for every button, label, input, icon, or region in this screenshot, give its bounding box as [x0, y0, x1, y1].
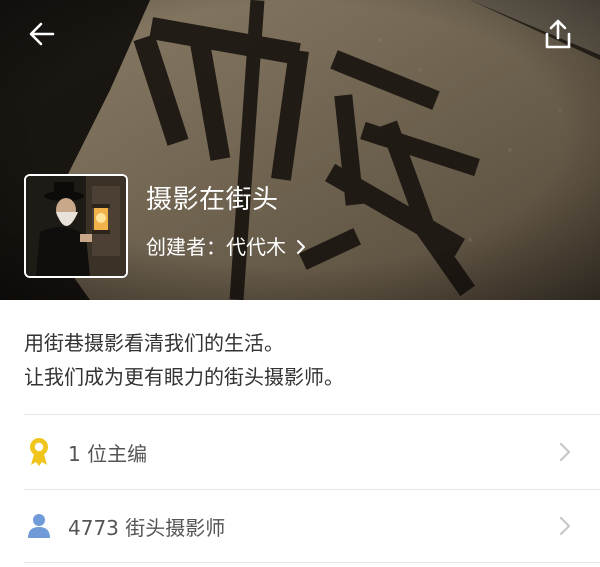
- share-icon: [545, 19, 571, 49]
- editors-row[interactable]: 1 位主编: [0, 416, 600, 488]
- cover-header: 摄影在街头 创建者：代代木: [0, 0, 600, 300]
- collection-title: 摄影在街头: [146, 185, 279, 215]
- photographers-row[interactable]: 4773 街头摄影师: [0, 490, 600, 562]
- back-button[interactable]: [22, 14, 62, 54]
- divider: [24, 414, 600, 415]
- description-line: 用街巷摄影看清我们的生活。: [24, 331, 284, 355]
- collection-avatar: [24, 174, 128, 278]
- person-icon: [26, 511, 52, 541]
- chevron-right-icon: [558, 440, 572, 464]
- back-arrow-icon: [29, 22, 55, 46]
- description-line: 让我们成为更有眼力的街头摄影师。: [24, 365, 344, 389]
- editors-count-label: 1 位主编: [68, 441, 148, 466]
- avatar-photo: [26, 176, 126, 276]
- creator-link[interactable]: 创建者：代代木: [146, 232, 306, 262]
- chevron-right-icon: [558, 514, 572, 538]
- collection-page: 摄影在街头 创建者：代代木 用街巷摄影看清我们的生活。 让我们成为更有眼力的街头…: [0, 0, 600, 567]
- divider: [24, 562, 600, 563]
- photographers-count-label: 4773 街头摄影师: [68, 515, 226, 540]
- chevron-right-icon: [296, 239, 306, 255]
- share-button[interactable]: [536, 12, 580, 56]
- collection-description: 用街巷摄影看清我们的生活。 让我们成为更有眼力的街头摄影师。: [24, 326, 576, 394]
- award-badge-icon: [26, 437, 52, 467]
- creator-text: 创建者：代代木: [146, 235, 286, 259]
